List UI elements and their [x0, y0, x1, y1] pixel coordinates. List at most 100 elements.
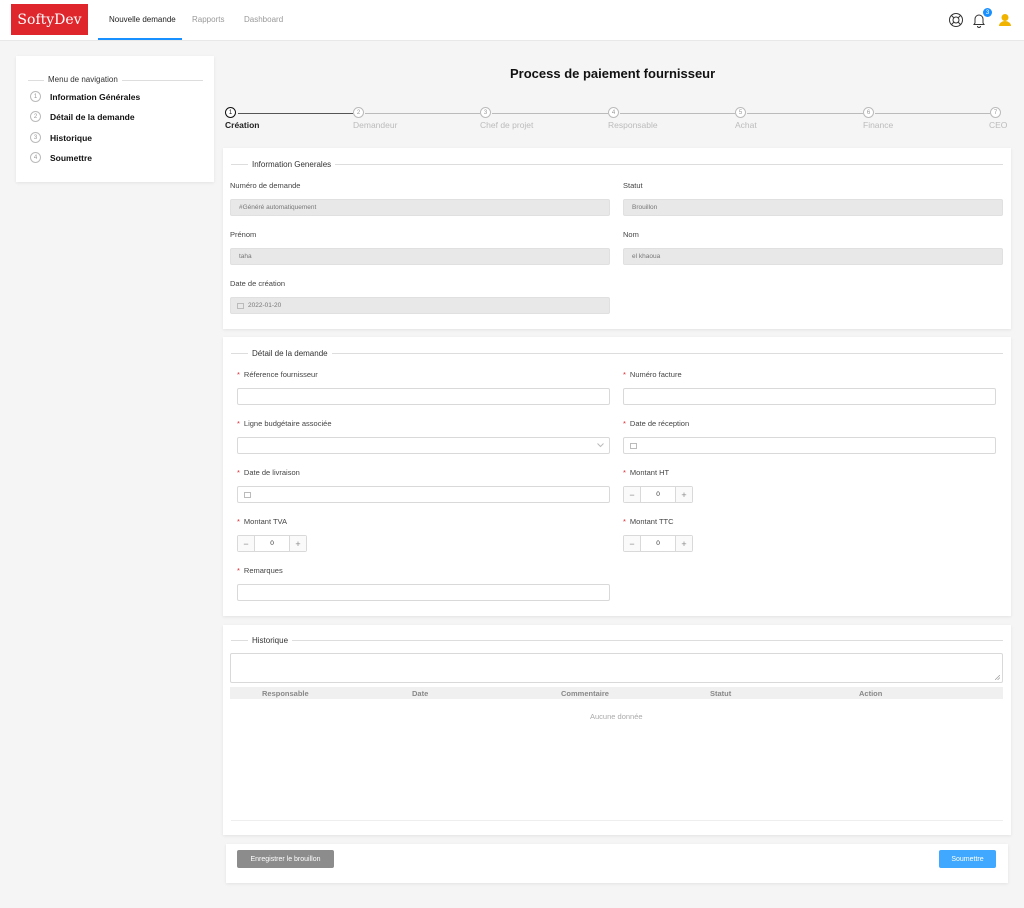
step-number: 4 — [30, 152, 41, 163]
logo[interactable]: SoftyDev — [11, 4, 88, 35]
step-connector — [620, 113, 735, 114]
support-icon[interactable] — [948, 12, 964, 28]
empty-state: Aucune donnée — [590, 712, 643, 721]
remarques-label: * Remarques — [237, 566, 283, 575]
tab-dashboard[interactable]: Dashboard — [244, 15, 283, 24]
step-number: 7 — [990, 107, 1001, 118]
numero-label: Numéro de demande — [230, 181, 301, 190]
remarques-input[interactable] — [237, 584, 610, 601]
divider — [231, 353, 1003, 354]
step-connector — [492, 113, 608, 114]
stepper-value[interactable]: 0 — [255, 536, 289, 551]
step-number: 1 — [30, 91, 41, 102]
column-header: Date — [412, 689, 429, 698]
calendar-icon — [630, 442, 637, 449]
step-label: Achat — [735, 120, 757, 130]
submit-button[interactable]: Soumettre — [939, 850, 996, 868]
divider — [231, 164, 1003, 165]
step-number: 2 — [30, 111, 41, 122]
numero-facture-label: * Numéro facture — [623, 370, 682, 379]
step-finance: 6 Finance — [863, 107, 893, 130]
sidebar-item-label: Historique — [50, 132, 93, 143]
tab-rapports[interactable]: Rapports — [192, 15, 224, 24]
date-livraison-input[interactable] — [237, 486, 610, 503]
step-creation: 1 Création — [225, 107, 259, 130]
statut-label: Statut — [623, 181, 643, 190]
plus-icon[interactable]: + — [675, 536, 692, 551]
sidebar-item-historique[interactable]: 3 Historique — [30, 132, 92, 143]
column-header: Statut — [710, 689, 732, 698]
table-header — [230, 687, 1003, 699]
plus-icon[interactable]: + — [289, 536, 306, 551]
step-number: 3 — [480, 107, 491, 118]
step-label: CEO — [989, 120, 1008, 130]
step-connector — [747, 113, 863, 114]
numero-field: #Généré automatiquement — [230, 199, 610, 216]
step-connector — [365, 113, 480, 114]
historique-comment-textarea[interactable] — [230, 653, 1003, 683]
divider — [231, 640, 1003, 641]
sidebar-item-soumettre[interactable]: 4 Soumettre — [30, 152, 92, 163]
stepper-value[interactable]: 0 — [641, 487, 675, 502]
tab-nouvelle-demande[interactable]: Nouvelle demande — [109, 15, 176, 24]
montant-tva-stepper[interactable]: − 0 + — [237, 535, 307, 552]
step-label: Chef de projet — [480, 120, 534, 130]
ref-fournisseur-input[interactable] — [237, 388, 610, 405]
date-reception-input[interactable] — [623, 437, 996, 454]
step-number: 5 — [735, 107, 746, 118]
ref-fournisseur-label: * Réference fournisseur — [237, 370, 318, 379]
date-creation-field: 2022-01-20 — [230, 297, 610, 314]
minus-icon[interactable]: − — [238, 536, 255, 551]
notification-badge: 3 — [983, 8, 992, 17]
date-creation-label: Date de création — [230, 279, 286, 288]
minus-icon[interactable]: − — [624, 536, 641, 551]
montant-ht-stepper[interactable]: − 0 + — [623, 486, 693, 503]
ligne-budgetaire-label: * Ligne budgétaire associée — [237, 419, 332, 428]
step-number: 6 — [863, 107, 874, 118]
divider — [231, 820, 1003, 821]
nom-field: el khaoua — [623, 248, 1003, 265]
section-title: Information Generales — [248, 160, 336, 169]
sidebar-item-label: Détail de la demande — [50, 111, 135, 122]
sidebar-item-detail[interactable]: 2 Détail de la demande — [30, 111, 135, 122]
ligne-budgetaire-select[interactable] — [237, 437, 610, 454]
minus-icon[interactable]: − — [624, 487, 641, 502]
user-icon[interactable] — [997, 12, 1013, 28]
section-title: Détail de la demande — [248, 349, 332, 358]
numero-facture-input[interactable] — [623, 388, 996, 405]
step-number: 1 — [225, 107, 236, 118]
sidebar-item-information[interactable]: 1 Information Générales — [30, 91, 140, 102]
montant-ttc-label: * Montant TTC — [623, 517, 674, 526]
montant-ht-label: * Montant HT — [623, 468, 670, 477]
step-label: Responsable — [608, 120, 658, 130]
montant-ttc-stepper[interactable]: − 0 + — [623, 535, 693, 552]
column-header: Responsable — [262, 689, 309, 698]
prenom-label: Prénom — [230, 230, 257, 239]
calendar-icon — [244, 491, 251, 498]
page-title: Process de paiement fournisseur — [510, 66, 716, 81]
nom-label: Nom — [623, 230, 639, 239]
step-label: Finance — [863, 120, 894, 130]
calendar-icon — [237, 302, 244, 309]
date-livraison-label: * Date de livraison — [237, 468, 300, 477]
stepper-value[interactable]: 0 — [641, 536, 675, 551]
sidebar-item-label: Information Générales — [50, 91, 141, 102]
sidebar-title: Menu de navigation — [44, 75, 122, 84]
step-number: 3 — [30, 132, 41, 143]
step-chef-de-projet: 3 Chef de projet — [480, 107, 533, 130]
step-number: 2 — [353, 107, 364, 118]
sidebar-item-label: Soumettre — [50, 152, 93, 163]
step-achat: 5 Achat — [735, 107, 757, 130]
resize-handle-icon[interactable] — [995, 675, 1000, 680]
footer-actions — [226, 844, 1008, 883]
column-header: Action — [859, 689, 883, 698]
prenom-field: taha — [230, 248, 610, 265]
plus-icon[interactable]: + — [675, 487, 692, 502]
montant-tva-label: * Montant TVA — [237, 517, 287, 526]
chevron-down-icon — [597, 443, 604, 448]
top-bar: SoftyDev Nouvelle demande Rapports Dashb… — [0, 0, 1024, 41]
step-label: Demandeur — [353, 120, 398, 130]
save-draft-button[interactable]: Enregistrer le brouillon — [237, 850, 334, 868]
detail-section — [223, 337, 1011, 616]
active-tab-indicator — [98, 38, 182, 40]
